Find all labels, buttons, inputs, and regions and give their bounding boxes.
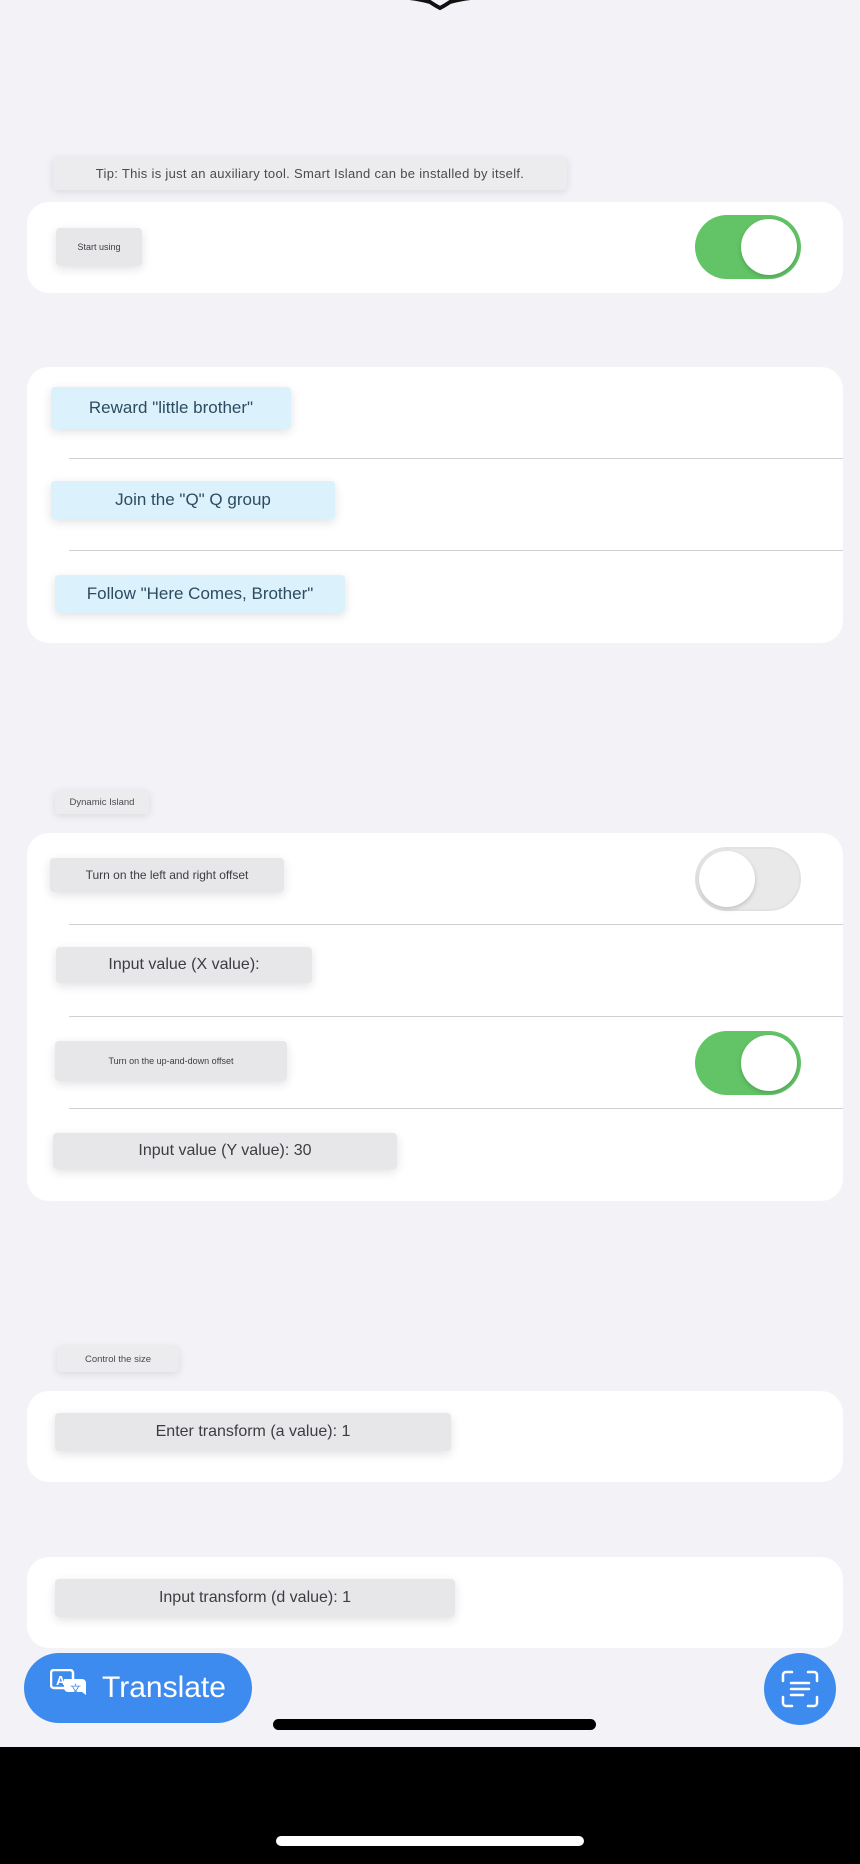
svg-text:文: 文 bbox=[70, 1682, 81, 1696]
reward-link[interactable]: Reward "little brother" bbox=[51, 387, 291, 429]
toggle-knob bbox=[699, 851, 755, 907]
y-value-row[interactable]: Input value (Y value): 30 bbox=[27, 1109, 843, 1201]
dynamic-island-card: Turn on the left and right offset Input … bbox=[27, 833, 843, 1201]
d-value-input[interactable]: Input transform (d value): 1 bbox=[55, 1579, 455, 1617]
toggle-knob bbox=[741, 219, 797, 275]
bottom-bar bbox=[0, 1747, 860, 1864]
x-value-input[interactable]: Input value (X value): bbox=[56, 947, 312, 983]
link-row-reward[interactable]: Reward "little brother" bbox=[27, 367, 843, 459]
toggle-knob bbox=[741, 1035, 797, 1091]
translate-label: Translate bbox=[102, 1671, 226, 1704]
lr-offset-row: Turn on the left and right offset bbox=[27, 833, 843, 925]
text-scan-icon bbox=[781, 1670, 819, 1708]
translate-button[interactable]: A 文 Translate bbox=[24, 1653, 252, 1723]
start-card: Start using bbox=[27, 202, 843, 293]
a-value-card: Enter transform (a value): 1 bbox=[27, 1391, 843, 1482]
links-card: Reward "little brother" Join the "Q" Q g… bbox=[27, 367, 843, 643]
d-value-card: Input transform (d value): 1 bbox=[27, 1557, 843, 1648]
start-using-label: Start using bbox=[56, 228, 142, 266]
top-curve-decoration bbox=[409, 0, 471, 11]
control-size-section-label: Control the size bbox=[57, 1346, 179, 1372]
home-indicator bbox=[273, 1719, 596, 1730]
ud-offset-toggle[interactable] bbox=[695, 1031, 801, 1095]
dynamic-island-section-label: Dynamic Island bbox=[55, 790, 149, 814]
join-group-link[interactable]: Join the "Q" Q group bbox=[51, 481, 335, 519]
follow-link[interactable]: Follow "Here Comes, Brother" bbox=[55, 575, 345, 613]
link-row-follow[interactable]: Follow "Here Comes, Brother" bbox=[27, 551, 843, 643]
text-scan-button[interactable] bbox=[764, 1653, 836, 1725]
a-value-input[interactable]: Enter transform (a value): 1 bbox=[55, 1413, 451, 1451]
ud-offset-label: Turn on the up-and-down offset bbox=[55, 1041, 287, 1081]
translate-icon: A 文 bbox=[49, 1668, 88, 1707]
lr-offset-label: Turn on the left and right offset bbox=[50, 858, 284, 892]
x-value-row[interactable]: Input value (X value): bbox=[27, 925, 843, 1017]
y-value-input[interactable]: Input value (Y value): 30 bbox=[53, 1133, 397, 1169]
lr-offset-toggle[interactable] bbox=[695, 847, 801, 911]
tip-label: Tip: This is just an auxiliary tool. Sma… bbox=[53, 157, 567, 190]
start-using-toggle[interactable] bbox=[695, 215, 801, 279]
link-row-join-group[interactable]: Join the "Q" Q group bbox=[27, 459, 843, 551]
ud-offset-row: Turn on the up-and-down offset bbox=[27, 1017, 843, 1109]
home-indicator bbox=[276, 1836, 584, 1846]
